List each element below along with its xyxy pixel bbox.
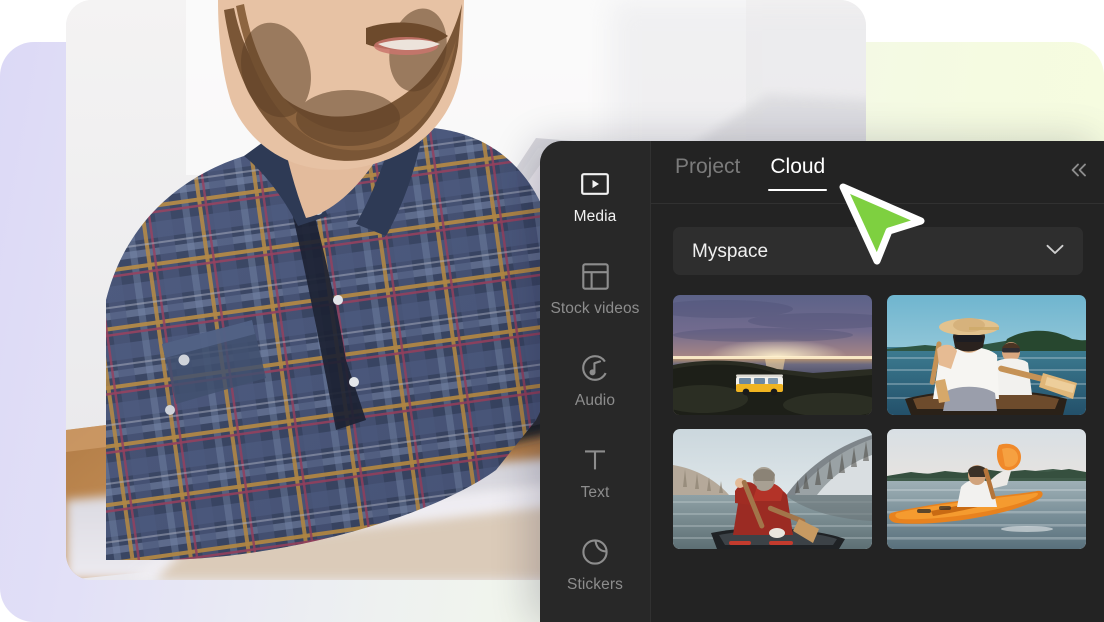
chevron-double-left-icon [1069,162,1089,183]
sidebar-item-label: Stickers [567,576,623,593]
sidebar-item-audio[interactable]: Audio [540,339,650,431]
sidebar-item-text[interactable]: Text [540,431,650,523]
layout-grid-icon [580,261,610,291]
sidebar-item-label: Media [573,208,617,225]
sidebar-item-stickers[interactable]: Stickers [540,523,650,615]
tab-cloud[interactable]: Cloud [768,154,828,191]
media-thumbnail-grid [673,295,1087,549]
screenshot-stage: Media Stock videos Audio Text Stickers P… [0,0,1104,622]
van-sunset-thumbnail[interactable] [673,295,872,415]
tab-bar-divider [651,203,1104,204]
space-selector-dropdown[interactable]: Myspace [673,227,1083,275]
chevron-down-icon [1045,242,1065,260]
orange-kayak-thumbnail[interactable] [887,429,1086,549]
sidebar-item-stock-videos[interactable]: Stock videos [540,247,650,339]
panel-content: Project Cloud Myspace [651,141,1104,622]
sidebar-item-label: Text [580,484,610,501]
media-library-panel: Media Stock videos Audio Text Stickers P… [540,141,1104,622]
canoe-couple-thumbnail[interactable] [887,295,1086,415]
text-t-icon [580,445,610,475]
sidebar-item-media[interactable]: Media [540,155,650,247]
winter-canoe-thumbnail[interactable] [673,429,872,549]
music-note-circle-icon [580,353,610,383]
tab-bar: Project Cloud [651,141,1104,204]
sidebar-item-label: Audio [574,392,616,409]
media-play-rectangle-icon [580,169,610,199]
sticker-circle-icon [580,537,610,567]
space-selector-value: Myspace [692,240,769,262]
collapse-panel-button[interactable] [1064,157,1094,187]
sidebar-item-label: Stock videos [550,300,640,317]
tab-project[interactable]: Project [673,154,742,191]
panel-sidebar: Media Stock videos Audio Text Stickers [540,141,650,622]
